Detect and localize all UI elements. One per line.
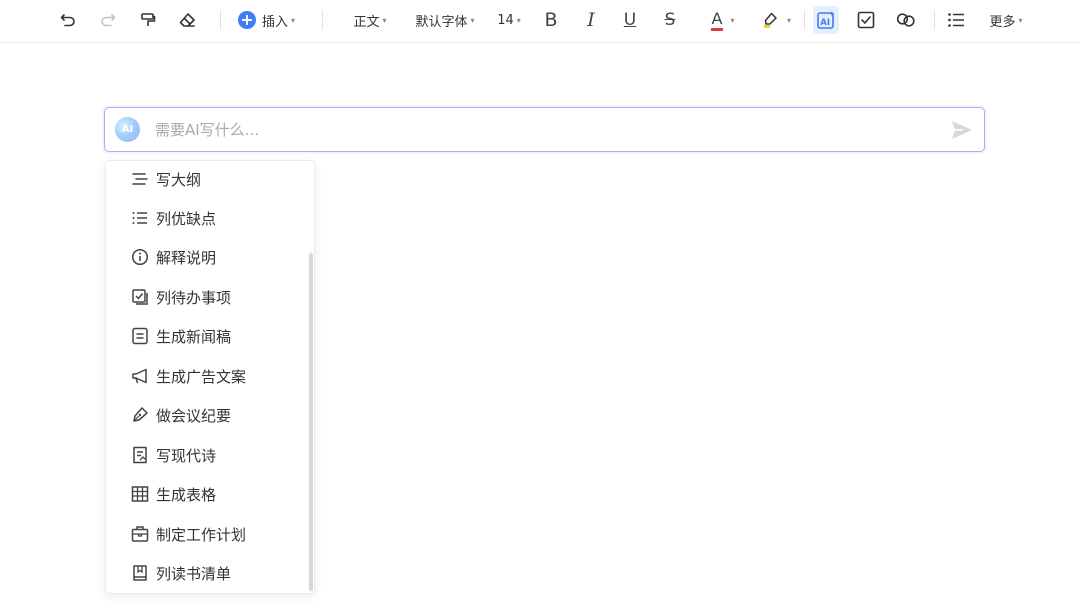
briefcase-icon	[131, 525, 149, 543]
format-painter-button[interactable]	[136, 6, 160, 34]
toolbar-divider	[934, 10, 935, 30]
menu-item-label: 制定工作计划	[156, 525, 247, 544]
ai-assistant-button[interactable]: AI	[813, 6, 839, 34]
more-label: 更多	[989, 14, 1016, 30]
menu-item-press-release[interactable]: 生成新闻稿	[106, 318, 311, 354]
info-icon	[131, 248, 149, 266]
toolbar-divider	[220, 10, 221, 30]
outline-icon	[131, 170, 149, 188]
chevron-down-icon: ▾	[291, 15, 296, 25]
paragraph-style-dropdown[interactable]: 正文 ▾	[350, 6, 390, 34]
chevron-down-icon: ▾	[516, 15, 521, 25]
font-size-dropdown[interactable]: 14 ▾	[495, 6, 523, 34]
link-button[interactable]	[894, 6, 918, 34]
menu-item-modern-poem[interactable]: 写现代诗	[106, 437, 311, 473]
ai-prompt-input[interactable]	[155, 118, 915, 142]
chevron-down-icon: ▾	[786, 15, 791, 25]
menu-item-label: 列待办事项	[156, 288, 232, 307]
menu-item-reading-list[interactable]: 列读书清单	[106, 555, 311, 591]
font-family-dropdown[interactable]: 默认字体 ▾	[413, 6, 477, 34]
table-icon	[131, 485, 149, 503]
menu-item-ad-copy[interactable]: 生成广告文案	[106, 358, 311, 394]
underline-button[interactable]: U	[618, 6, 642, 34]
bold-button[interactable]: B	[539, 6, 563, 34]
menu-item-label: 列读书清单	[156, 564, 232, 583]
send-button[interactable]	[950, 119, 974, 141]
chevron-down-icon: ▾	[470, 15, 475, 25]
ai-prompt-box: AI	[104, 107, 985, 152]
menu-item-pros-cons[interactable]: 列优缺点	[106, 200, 311, 236]
link-icon	[896, 11, 916, 29]
paragraph-style-label: 正文	[353, 14, 380, 30]
font-family-label: 默认字体	[415, 14, 468, 30]
pen-icon	[131, 406, 149, 424]
poem-icon	[131, 446, 149, 464]
clear-format-button[interactable]	[175, 6, 199, 34]
underline-icon: U	[623, 10, 637, 30]
highlighter-icon	[761, 11, 779, 29]
undo-icon	[59, 11, 77, 29]
insert-label: 插入	[262, 14, 289, 30]
chevron-down-icon: ▾	[1018, 15, 1023, 25]
menu-item-label: 做会议纪要	[156, 406, 232, 425]
menu-item-label: 生成表格	[156, 485, 217, 504]
menu-item-explain[interactable]: 解释说明	[106, 239, 311, 275]
toolbar-divider	[322, 10, 323, 30]
book-icon	[131, 564, 149, 582]
strikethrough-button[interactable]: S	[658, 6, 682, 34]
document-icon	[131, 327, 149, 345]
insert-button[interactable]: + 插入 ▾	[238, 6, 302, 34]
svg-text:AI: AI	[820, 18, 830, 28]
menu-item-work-plan[interactable]: 制定工作计划	[106, 516, 311, 552]
megaphone-icon	[131, 367, 149, 385]
chevron-down-icon: ▾	[730, 15, 735, 25]
task-checkbox-button[interactable]	[854, 6, 878, 34]
task-checkbox-icon	[857, 11, 875, 29]
more-dropdown[interactable]: 更多 ▾	[986, 6, 1026, 34]
undo-button[interactable]	[56, 6, 80, 34]
eraser-icon	[178, 11, 196, 29]
menu-item-meeting-notes[interactable]: 做会议纪要	[106, 397, 311, 433]
toolbar-divider	[804, 10, 805, 30]
ai-icon: AI	[816, 10, 836, 30]
menu-scrollbar[interactable]	[309, 253, 313, 591]
editor-toolbar: + 插入 ▾ 正文 ▾ 默认字体 ▾ 14 ▾ B I U S A ▾ ▾ AI	[0, 0, 1080, 43]
menu-item-label: 列优缺点	[156, 209, 217, 228]
highlight-button[interactable]: ▾	[757, 6, 795, 34]
format-painter-icon	[139, 11, 157, 29]
menu-item-table[interactable]: 生成表格	[106, 476, 311, 512]
list-icon	[131, 209, 149, 227]
bulleted-list-icon	[947, 11, 965, 29]
todo-icon	[131, 288, 149, 306]
font-size-label: 14	[497, 12, 514, 28]
font-color-button[interactable]: A ▾	[704, 6, 742, 34]
redo-button[interactable]	[96, 6, 120, 34]
menu-item-label: 写大纲	[156, 170, 202, 189]
font-color-icon: A	[710, 9, 724, 31]
menu-item-label: 解释说明	[156, 248, 217, 267]
plus-circle-icon: +	[238, 11, 256, 29]
chevron-down-icon: ▾	[382, 15, 387, 25]
send-icon	[950, 121, 974, 145]
menu-item-label: 生成广告文案	[156, 367, 247, 386]
strikethrough-icon: S	[664, 10, 676, 30]
italic-icon: I	[587, 9, 595, 31]
bold-icon: B	[544, 9, 558, 31]
ai-avatar-icon: AI	[115, 117, 140, 142]
redo-icon	[99, 11, 117, 29]
menu-item-label: 写现代诗	[156, 446, 217, 465]
ai-suggestion-menu: 写大纲 列优缺点 解释说明 列待办事项 生成新闻稿 生成广告文案 做会议纪要 写…	[105, 160, 315, 594]
italic-button[interactable]: I	[579, 6, 603, 34]
bulleted-list-button[interactable]	[944, 6, 968, 34]
menu-item-todo[interactable]: 列待办事项	[106, 279, 311, 315]
menu-item-label: 生成新闻稿	[156, 327, 232, 346]
menu-item-outline[interactable]: 写大纲	[106, 161, 311, 197]
